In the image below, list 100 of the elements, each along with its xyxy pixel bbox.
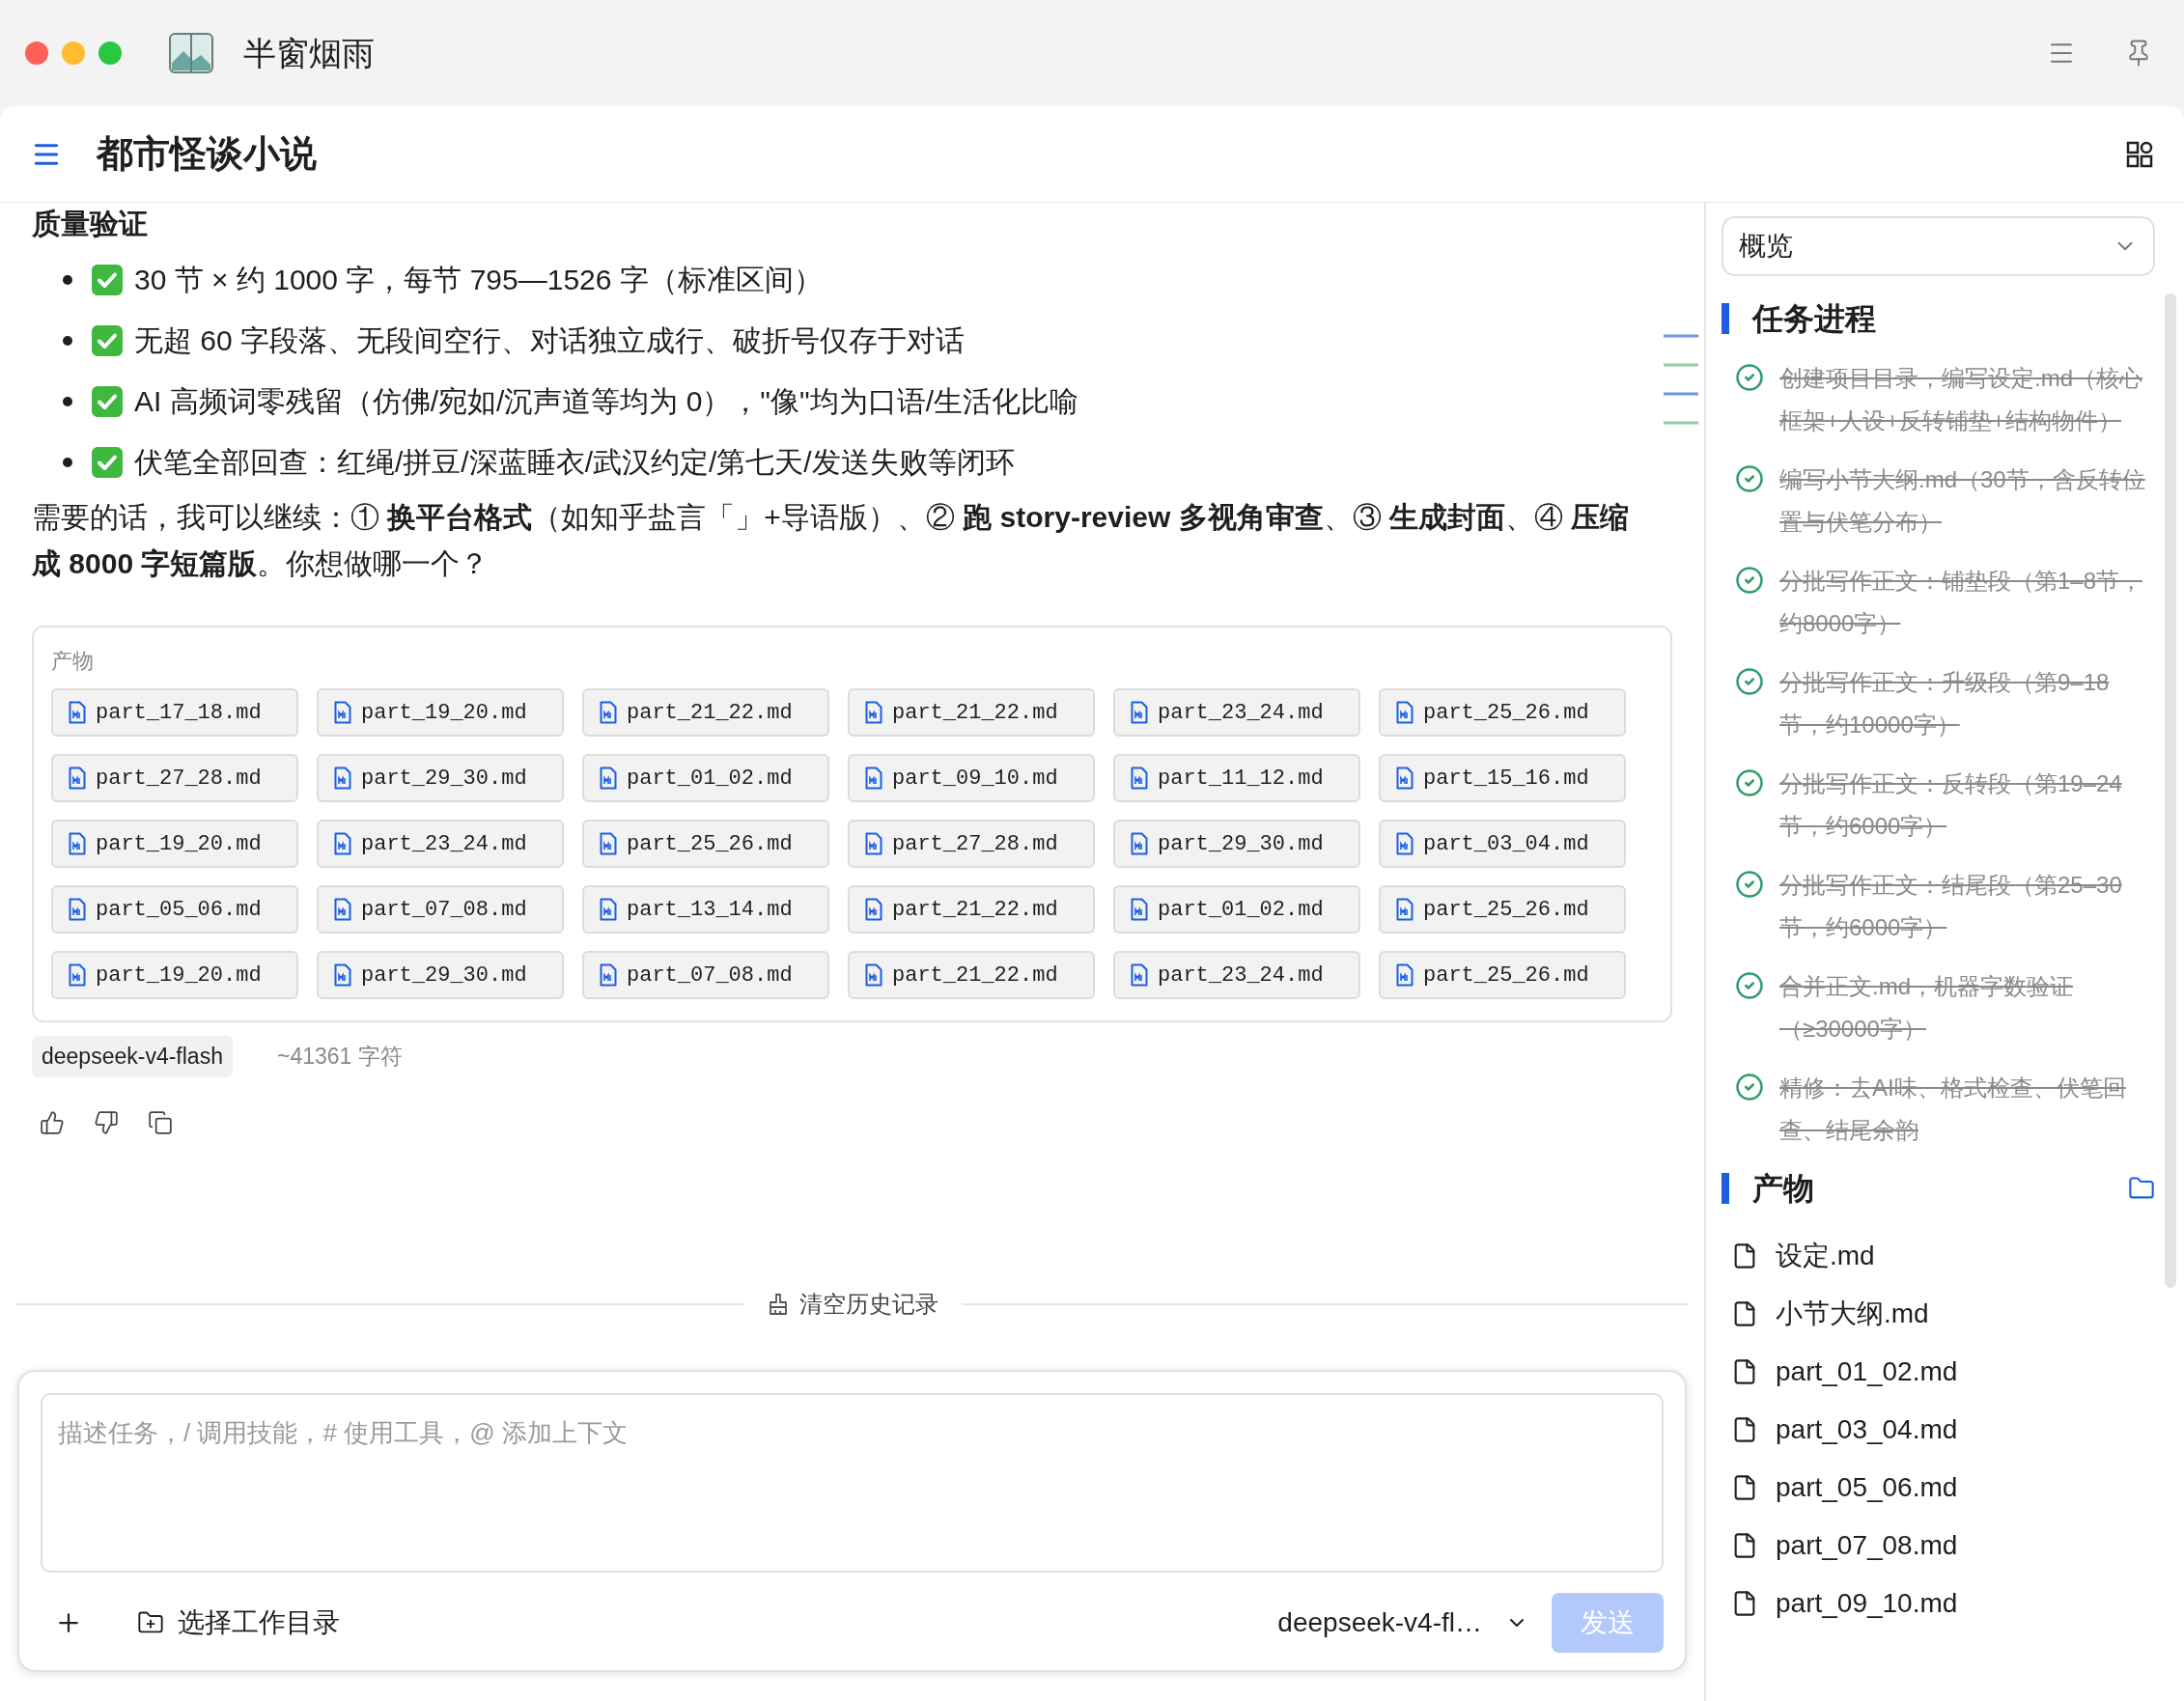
markdown-file-icon bbox=[1131, 963, 1148, 987]
markdown-file-icon bbox=[334, 767, 351, 790]
markdown-file-icon bbox=[69, 898, 86, 921]
markdown-file-icon bbox=[1396, 898, 1414, 921]
tasks-title: 任务进程 bbox=[1752, 300, 1876, 338]
markdown-file-icon bbox=[1131, 701, 1148, 724]
file-chip[interactable]: part_17_18.md bbox=[51, 688, 298, 737]
file-chip[interactable]: part_07_08.md bbox=[317, 885, 564, 934]
clear-history-button[interactable]: 清空历史记录 bbox=[742, 1287, 962, 1322]
task-item: 编写小节大纲.md（30节，含反转位置与伏笔分布） bbox=[1779, 465, 2146, 537]
markdown-file-icon bbox=[334, 963, 351, 987]
model-tag: deepseek-v4-flash bbox=[32, 1036, 233, 1077]
file-chip[interactable]: part_01_02.md bbox=[1113, 885, 1360, 934]
markdown-file-icon bbox=[1131, 898, 1148, 921]
file-chip[interactable]: part_25_26.md bbox=[582, 820, 829, 868]
file-chip[interactable]: part_27_28.md bbox=[848, 820, 1095, 868]
section-heading: 质量验证 bbox=[32, 207, 149, 241]
markdown-file-icon bbox=[69, 767, 86, 790]
bullet-icon bbox=[63, 335, 72, 346]
markdown-file-icon bbox=[865, 832, 882, 855]
artifacts-label: 产物 bbox=[51, 648, 95, 675]
thumbs-up-icon[interactable] bbox=[40, 1109, 65, 1135]
file-chip[interactable]: part_19_20.md bbox=[51, 951, 298, 999]
markdown-file-icon bbox=[334, 898, 351, 921]
markdown-file-icon bbox=[600, 963, 617, 987]
view-select[interactable]: 概览 bbox=[1722, 216, 2155, 276]
char-count: ~41361 字符 bbox=[276, 1043, 403, 1071]
markdown-file-icon bbox=[1396, 767, 1414, 790]
task-item: 创建项目目录，编写设定.md（核心框架+人设+反转铺垫+结构物件） bbox=[1779, 364, 2143, 435]
markdown-file-icon bbox=[69, 701, 86, 724]
file-chip[interactable]: part_19_20.md bbox=[51, 820, 298, 868]
markdown-file-icon bbox=[865, 898, 882, 921]
task-item: 分批写作正文：反转段（第19–24节，约6000字） bbox=[1779, 769, 2123, 841]
file-chip[interactable]: part_19_20.md bbox=[317, 688, 564, 737]
file-chip[interactable]: part_21_22.md bbox=[848, 688, 1095, 737]
outputs-title: 产物 bbox=[1752, 1170, 1814, 1208]
markdown-file-icon bbox=[334, 832, 351, 855]
file-chip[interactable]: part_25_26.md bbox=[1379, 951, 1626, 999]
output-file-item[interactable]: part_09_10.md bbox=[1731, 1575, 2155, 1632]
output-file-item[interactable]: part_03_04.md bbox=[1731, 1401, 2155, 1459]
output-file-item[interactable]: part_01_02.md bbox=[1731, 1343, 2155, 1401]
markdown-file-icon bbox=[865, 767, 882, 790]
thumbs-down-icon[interactable] bbox=[94, 1109, 119, 1135]
output-file-item[interactable]: part_07_08.md bbox=[1731, 1517, 2155, 1575]
checklist-item: 伏笔全部回查：红绳/拼豆/深蓝睡衣/武汉约定/第七天/发送失败等闭环 bbox=[134, 445, 1015, 480]
markdown-file-icon bbox=[69, 832, 86, 855]
copy-icon[interactable] bbox=[148, 1109, 173, 1135]
task-item: 分批写作正文：结尾段（第25–30节，约6000字） bbox=[1779, 871, 2123, 942]
markdown-file-icon bbox=[600, 701, 617, 724]
file-chip[interactable]: part_03_04.md bbox=[1379, 820, 1626, 868]
file-chip[interactable]: part_11_12.md bbox=[1113, 754, 1360, 802]
file-chip[interactable]: part_09_10.md bbox=[848, 754, 1095, 802]
bullet-icon bbox=[63, 457, 72, 467]
markdown-file-icon bbox=[600, 767, 617, 790]
file-chip[interactable]: part_29_30.md bbox=[317, 754, 564, 802]
section-marker bbox=[1722, 303, 1729, 334]
markdown-file-icon bbox=[1396, 832, 1414, 855]
file-chip[interactable]: part_27_28.md bbox=[51, 754, 298, 802]
file-chip[interactable]: part_23_24.md bbox=[1113, 688, 1360, 737]
file-chip[interactable]: part_23_24.md bbox=[317, 820, 564, 868]
markdown-file-icon bbox=[334, 701, 351, 724]
markdown-file-icon bbox=[600, 898, 617, 921]
output-file-item[interactable]: part_05_06.md bbox=[1731, 1459, 2155, 1517]
markdown-file-icon bbox=[69, 963, 86, 987]
file-chip[interactable]: part_23_24.md bbox=[1113, 951, 1360, 999]
section-marker bbox=[1722, 1173, 1729, 1204]
file-chip[interactable]: part_25_26.md bbox=[1379, 885, 1626, 934]
page-title: 都市怪谈小说 bbox=[97, 132, 317, 176]
bullet-icon bbox=[63, 396, 72, 406]
file-chip[interactable]: part_21_22.md bbox=[848, 885, 1095, 934]
checklist-item: AI 高频词零残留（仿佛/宛如/沉声道等均为 0），"像"均为口语/生活化比喻 bbox=[134, 384, 1078, 419]
bullet-icon bbox=[63, 274, 72, 285]
grid-view-icon[interactable] bbox=[2126, 140, 2153, 168]
file-chip[interactable]: part_21_22.md bbox=[582, 688, 829, 737]
file-chip[interactable]: part_05_06.md bbox=[51, 885, 298, 934]
file-chip[interactable]: part_13_14.md bbox=[582, 885, 829, 934]
app-title: 半窗烟雨 bbox=[243, 33, 375, 73]
checklist-item: 30 节 × 约 1000 字，每节 795—1526 字（标准区间） bbox=[134, 263, 823, 297]
markdown-file-icon bbox=[1396, 701, 1414, 724]
close-button[interactable] bbox=[25, 42, 48, 65]
app-logo-icon bbox=[168, 32, 214, 74]
markdown-file-icon bbox=[1131, 767, 1148, 790]
file-chip[interactable]: part_07_08.md bbox=[582, 951, 829, 999]
markdown-file-icon bbox=[865, 701, 882, 724]
markdown-file-icon bbox=[865, 963, 882, 987]
checklist-item: 无超 60 字段落、无段间空行、对话独立成行、破折号仅存于对话 bbox=[134, 323, 966, 358]
task-item: 精修：去AI味、格式检查、伏笔回查、结尾余韵 bbox=[1779, 1074, 2127, 1145]
task-item: 合并正文.md，机器字数验证（≥30000字） bbox=[1779, 972, 2074, 1044]
file-chip[interactable]: part_29_30.md bbox=[1113, 820, 1360, 868]
file-chip[interactable]: part_15_16.md bbox=[1379, 754, 1626, 802]
markdown-file-icon bbox=[600, 832, 617, 855]
file-chip[interactable]: part_25_26.md bbox=[1379, 688, 1626, 737]
file-chip[interactable]: part_21_22.md bbox=[848, 951, 1095, 999]
task-item: 分批写作正文：升级段（第9–18节，约10000字） bbox=[1779, 668, 2111, 739]
file-chip[interactable]: part_01_02.md bbox=[582, 754, 829, 802]
output-file-item[interactable]: 小节大纲.md bbox=[1731, 1285, 2155, 1343]
file-chip[interactable]: part_29_30.md bbox=[317, 951, 564, 999]
task-item: 分批写作正文：铺垫段（第1–8节，约8000字） bbox=[1779, 567, 2144, 638]
markdown-file-icon bbox=[1396, 963, 1414, 987]
output-file-item[interactable]: 设定.md bbox=[1731, 1227, 2155, 1285]
